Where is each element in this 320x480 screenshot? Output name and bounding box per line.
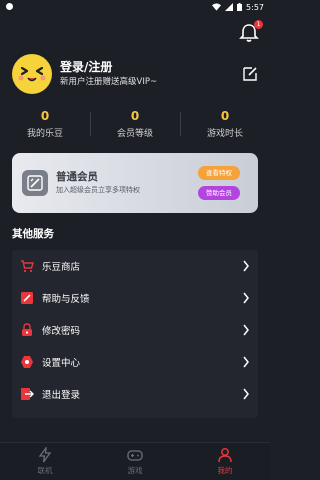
lightning-icon <box>38 447 52 463</box>
stat-value: 0 <box>40 109 50 123</box>
service-item-logout[interactable]: 退出登录 <box>12 378 258 410</box>
service-label: 乐豆商店 <box>42 262 81 273</box>
service-item-ledou-store[interactable]: 乐豆商店 <box>12 250 258 282</box>
lock-icon <box>22 323 32 336</box>
stat-game-time[interactable]: 0 游戏时长 <box>180 108 270 144</box>
settings-icon <box>21 356 33 368</box>
stat-label: 我的乐豆 <box>26 129 63 139</box>
stat-label: 会员等级 <box>116 129 153 139</box>
tab-online[interactable]: 联机 <box>0 443 90 480</box>
battery-icon <box>237 3 243 11</box>
chevron-right-icon <box>243 388 249 400</box>
tab-games[interactable]: 游戏 <box>90 443 180 480</box>
chevron-right-icon <box>243 260 249 272</box>
notification-dot-icon <box>6 3 13 10</box>
tab-label: 联机 <box>37 466 53 475</box>
stat-value: 0 <box>220 109 230 123</box>
tab-label: 游戏 <box>127 466 143 475</box>
bottom-nav: 联机 游戏 我的 <box>0 442 270 480</box>
vip-title: 普通会员 <box>56 171 98 183</box>
tab-mine[interactable]: 我的 <box>180 443 270 480</box>
vip-subtitle: 加入超级会员立享多项特权 <box>56 186 140 194</box>
wifi-icon <box>212 3 222 11</box>
status-time: 5:57 <box>246 2 264 12</box>
service-item-change-password[interactable]: 修改密码 <box>12 314 258 346</box>
section-title: 其他服务 <box>12 228 54 240</box>
gamepad-icon <box>127 450 143 461</box>
vip-card[interactable]: 普通会员 加入超级会员立享多项特权 查看特权 赞助会员 <box>12 153 258 213</box>
stat-value: 0 <box>130 109 140 123</box>
sponsor-member-button[interactable]: 赞助会员 <box>198 186 240 200</box>
stat-member-level[interactable]: 0 会员等级 <box>90 108 180 144</box>
status-bar: 5:57 <box>0 0 270 14</box>
edit-icon <box>243 67 257 81</box>
service-label: 退出登录 <box>42 390 81 401</box>
service-item-help-feedback[interactable]: 帮助与反馈 <box>12 282 258 314</box>
stat-ledou[interactable]: 0 我的乐豆 <box>0 108 90 144</box>
avatar[interactable] <box>12 54 52 94</box>
tab-label: 我的 <box>217 466 233 475</box>
edit-profile-button[interactable] <box>242 66 258 82</box>
profile-header: 登录/注册 新用户注册赠送高级VIP~ <box>12 54 258 94</box>
login-register-link[interactable]: 登录/注册 <box>60 59 157 75</box>
service-label: 帮助与反馈 <box>42 294 90 305</box>
cart-icon <box>21 260 34 273</box>
chevron-right-icon <box>243 356 249 368</box>
view-privileges-button[interactable]: 查看特权 <box>198 166 240 180</box>
profile-subtitle: 新用户注册赠送高级VIP~ <box>60 77 158 87</box>
notification-button[interactable]: 1 <box>238 20 263 44</box>
signal-icon <box>225 3 234 11</box>
logout-icon <box>21 388 34 400</box>
chevron-right-icon <box>243 292 249 304</box>
vip-badge-icon <box>22 170 48 196</box>
stat-label: 游戏时长 <box>206 129 243 139</box>
edit-icon <box>21 292 33 304</box>
smiley-face-icon <box>18 66 46 82</box>
chevron-right-icon <box>243 324 249 336</box>
notification-badge: 1 <box>254 20 263 29</box>
user-icon <box>218 448 232 463</box>
stats-row: 0 我的乐豆 0 会员等级 0 游戏时长 <box>0 108 270 144</box>
service-label: 设置中心 <box>42 358 81 369</box>
service-label: 修改密码 <box>42 326 81 337</box>
service-item-settings[interactable]: 设置中心 <box>12 346 258 378</box>
services-list: 乐豆商店 帮助与反馈 修改密码 设置中心 退出登录 <box>12 250 258 418</box>
